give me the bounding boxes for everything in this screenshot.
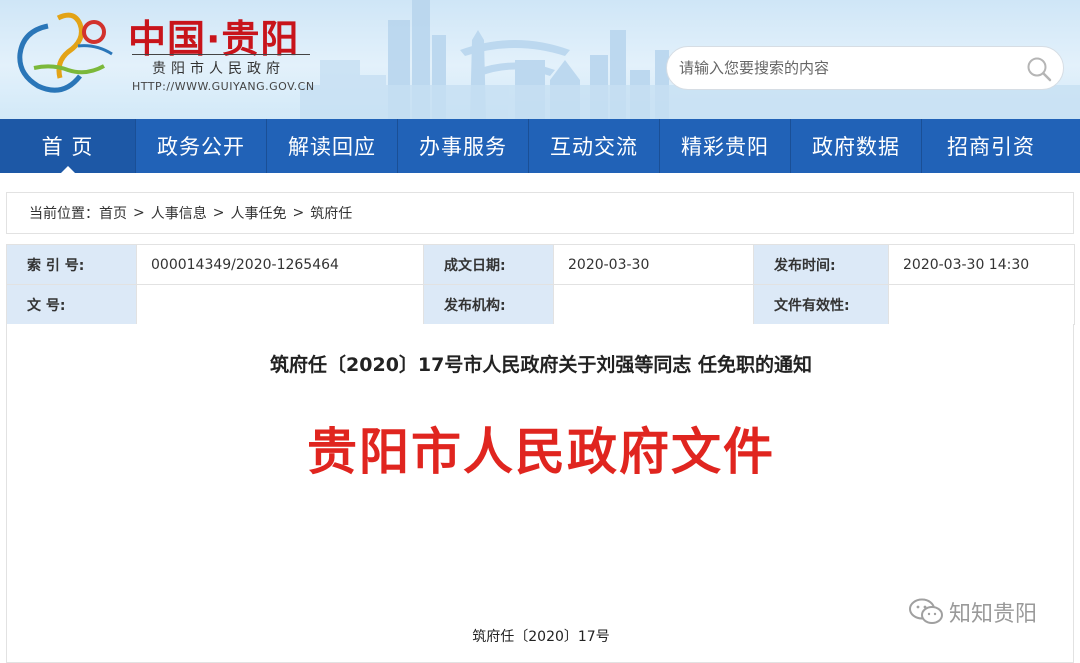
validity-label: 文件有效性:	[753, 284, 889, 325]
issuing-org-label: 发布机构:	[423, 284, 554, 325]
breadcrumb-current[interactable]: 筑府任	[310, 203, 352, 223]
header-banner: 中国·贵阳 贵阳市人民政府 HTTP://WWW.GUIYANG.GOV.CN	[0, 0, 1080, 119]
main-nav: 首 页 政务公开 解读回应 办事服务 互动交流 精彩贵阳 政府数据 招商引资	[0, 119, 1080, 173]
guiyang-logo	[17, 12, 113, 93]
validity-value	[888, 284, 1075, 325]
breadcrumb: 当前位置： 首页 > 人事信息 > 人事任免 > 筑府任	[6, 192, 1074, 234]
breadcrumb-link-personnel-info[interactable]: 人事信息	[151, 203, 207, 223]
index-value: 000014349/2020-1265464	[136, 244, 424, 285]
nav-item-interpretation[interactable]: 解读回应	[267, 119, 398, 173]
date-label: 成文日期:	[423, 244, 554, 285]
table-row: 文 号: 发布机构: 文件有效性:	[6, 284, 1075, 325]
nav-item-interaction[interactable]: 互动交流	[529, 119, 660, 173]
document-number: 筑府任〔2020〕17号	[472, 629, 610, 645]
watermark-text: 知知贵阳	[948, 602, 1037, 627]
search-box[interactable]	[666, 46, 1064, 90]
date-value: 2020-03-30	[553, 244, 754, 285]
site-url: HTTP://WWW.GUIYANG.GOV.CN	[132, 80, 315, 93]
nav-item-label: 精彩贵阳	[681, 135, 769, 159]
breadcrumb-separator: >	[133, 205, 145, 221]
nav-item-label: 互动交流	[550, 135, 638, 159]
document-meta-table: 索 引 号: 000014349/2020-1265464 成文日期: 2020…	[6, 244, 1075, 325]
nav-item-investment[interactable]: 招商引资	[922, 119, 1060, 173]
search-input[interactable]	[679, 59, 1019, 77]
red-header: 贵阳市人民政府文件	[307, 423, 775, 481]
nav-item-label: 政务公开	[157, 135, 245, 159]
active-indicator	[60, 166, 75, 173]
nav-item-home[interactable]: 首 页	[0, 119, 136, 173]
wechat-icon	[908, 598, 943, 624]
breadcrumb-prefix: 当前位置：	[29, 206, 99, 222]
doc-number-value	[136, 284, 424, 325]
breadcrumb-separator: >	[212, 205, 225, 221]
title-divider	[132, 54, 310, 55]
publish-time-value: 2020-03-30 14:30	[888, 244, 1075, 285]
watermark: 知知贵阳	[907, 596, 1037, 628]
table-row: 索 引 号: 000014349/2020-1265464 成文日期: 2020…	[6, 244, 1075, 285]
nav-item-label: 办事服务	[419, 135, 507, 159]
site-subtitle: 贵阳市人民政府	[152, 61, 285, 77]
nav-item-label: 政府数据	[812, 135, 900, 159]
breadcrumb-link-appointments[interactable]: 人事任免	[230, 203, 286, 223]
breadcrumb-link-home[interactable]: 首页	[99, 203, 127, 223]
nav-item-label: 招商引资	[947, 135, 1035, 159]
nav-item-government-affairs[interactable]: 政务公开	[136, 119, 267, 173]
nav-item-label: 首 页	[41, 135, 94, 159]
nav-item-services[interactable]: 办事服务	[398, 119, 529, 173]
search-icon[interactable]	[1025, 55, 1053, 83]
issuing-org-value	[553, 284, 754, 325]
nav-item-label: 解读回应	[288, 135, 376, 159]
index-label: 索 引 号:	[6, 244, 137, 285]
doc-number-label: 文 号:	[6, 284, 137, 325]
nav-item-government-data[interactable]: 政府数据	[791, 119, 922, 173]
breadcrumb-separator: >	[292, 205, 305, 221]
document-content: 筑府任〔2020〕17号市人民政府关于刘强等同志 任免职的通知 贵阳市人民政府文…	[6, 324, 1074, 663]
document-title: 筑府任〔2020〕17号市人民政府关于刘强等同志 任免职的通知	[270, 354, 812, 376]
nav-item-wonderful-guiyang[interactable]: 精彩贵阳	[660, 119, 791, 173]
publish-time-label: 发布时间:	[753, 244, 889, 285]
